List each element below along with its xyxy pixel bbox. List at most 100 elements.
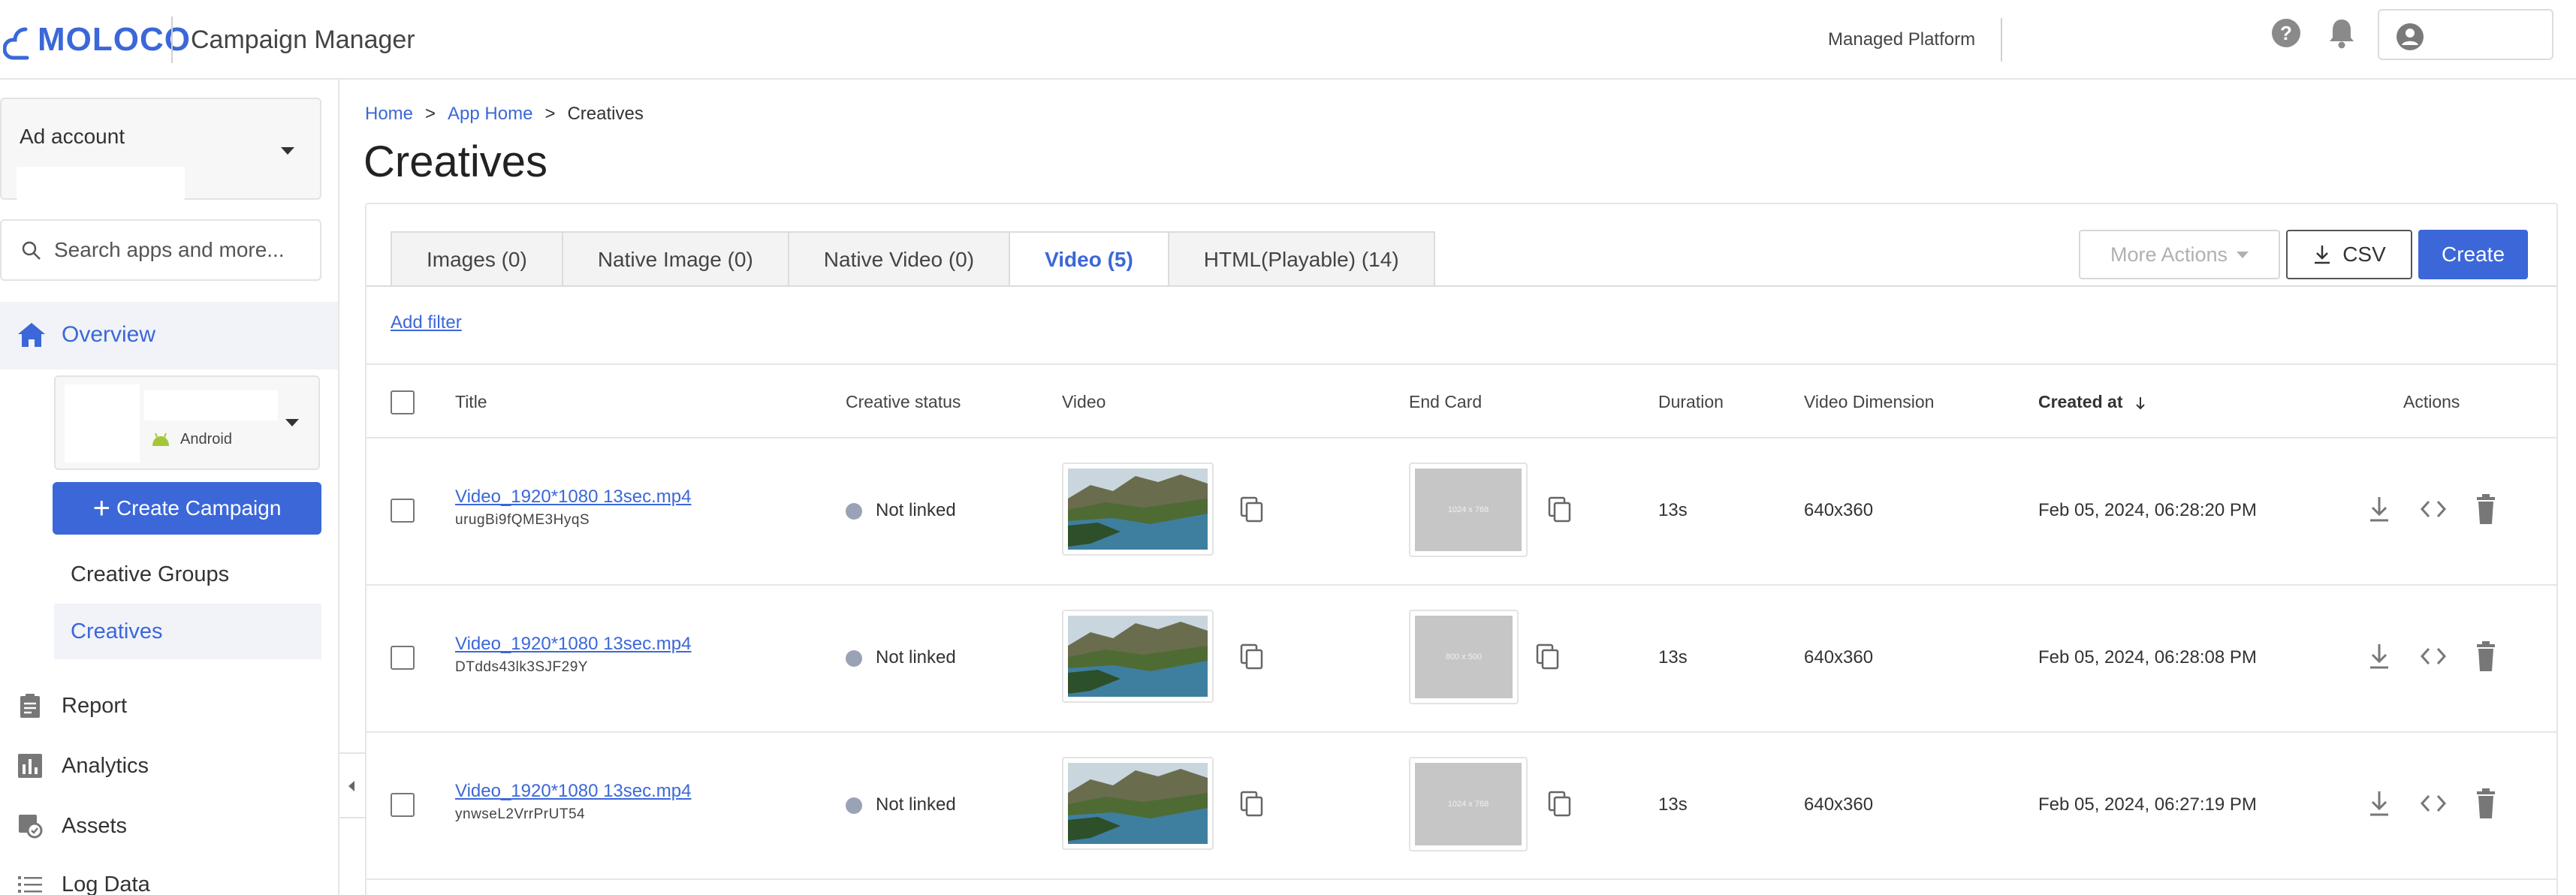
sidebar-item-log-data[interactable]: Log Data xyxy=(0,862,338,895)
end-card-thumbnail[interactable]: 1024 x 768 xyxy=(1409,757,1528,851)
download-icon[interactable] xyxy=(2364,787,2394,820)
creative-title-link[interactable]: Video_1920*1080 13sec.mp4 xyxy=(455,487,691,508)
sidebar-item-report[interactable]: Report xyxy=(0,683,338,728)
column-header-status[interactable]: Creative status xyxy=(846,390,961,413)
status-dot xyxy=(846,797,862,814)
tab-video[interactable]: Video (5) xyxy=(1009,231,1168,287)
plus-icon: + xyxy=(92,492,110,525)
assets-icon xyxy=(19,815,43,839)
tab-native-video[interactable]: Native Video (0) xyxy=(787,231,1009,287)
row-checkbox[interactable] xyxy=(391,646,415,670)
app-selector[interactable]: Android xyxy=(54,375,320,470)
svg-text:?: ? xyxy=(2280,22,2292,44)
column-header-actions: Actions xyxy=(2403,392,2460,411)
creative-status: Not linked xyxy=(876,500,956,520)
creative-title-link[interactable]: Video_1920*1080 13sec.mp4 xyxy=(455,634,691,655)
creative-title-link[interactable]: Video_1920*1080 13sec.mp4 xyxy=(455,781,691,802)
moloco-logo[interactable]: MOLOCO xyxy=(3,14,191,66)
breadcrumb-home[interactable]: Home xyxy=(365,104,413,125)
column-header-video: Video xyxy=(1062,392,1106,411)
trash-icon[interactable] xyxy=(2471,493,2501,526)
copy-icon[interactable] xyxy=(1547,496,1573,524)
divider xyxy=(2001,18,2002,62)
caret-down-icon xyxy=(285,419,299,426)
csv-download-button[interactable]: CSV xyxy=(2286,230,2412,279)
column-header-dimension[interactable]: Video Dimension xyxy=(1804,390,1934,413)
creatives-panel: Images (0) Native Image (0) Native Video… xyxy=(365,203,2558,895)
download-icon[interactable] xyxy=(2364,493,2394,526)
embed-code-icon[interactable] xyxy=(2418,787,2448,820)
video-thumbnail[interactable] xyxy=(1062,757,1214,850)
caret-down-icon xyxy=(2237,251,2249,258)
video-thumbnail[interactable] xyxy=(1062,610,1214,703)
download-icon[interactable] xyxy=(2364,640,2394,673)
account-menu-button[interactable] xyxy=(2378,9,2553,60)
end-card-placeholder: 1024 x 768 xyxy=(1415,763,1522,845)
landscape-thumbnail-image xyxy=(1068,469,1208,550)
embed-code-icon[interactable] xyxy=(2418,640,2448,673)
breadcrumb-app-home[interactable]: App Home xyxy=(448,104,532,125)
sidebar-item-creative-groups[interactable]: Creative Groups xyxy=(54,547,321,602)
app-icon xyxy=(65,384,140,463)
column-header-title[interactable]: Title xyxy=(455,390,487,413)
duration: 13s xyxy=(1658,500,1688,520)
tab-images[interactable]: Images (0) xyxy=(391,231,562,287)
create-button[interactable]: Create xyxy=(2418,230,2528,279)
more-actions-label: More Actions xyxy=(2110,243,2228,266)
landscape-thumbnail-image xyxy=(1068,763,1208,844)
copy-icon[interactable] xyxy=(1547,790,1573,818)
row-checkbox[interactable] xyxy=(391,499,415,523)
sidebar-item-label: Assets xyxy=(62,814,128,838)
column-header-created[interactable]: Created at xyxy=(2038,390,2147,413)
managed-platform-link[interactable]: Managed Platform xyxy=(1828,17,1975,63)
row-checkbox[interactable] xyxy=(391,793,415,817)
duration: 13s xyxy=(1658,794,1688,815)
search-box xyxy=(0,219,321,281)
ad-account-selector[interactable]: Ad account xyxy=(0,98,321,200)
sidebar-item-assets[interactable]: Assets xyxy=(0,803,338,848)
copy-icon[interactable] xyxy=(1535,643,1561,671)
add-filter-link[interactable]: Add filter xyxy=(391,312,462,333)
column-header-created-label: Created at xyxy=(2038,392,2123,411)
copy-icon[interactable] xyxy=(1239,790,1265,818)
duration: 13s xyxy=(1658,647,1688,667)
copy-icon[interactable] xyxy=(1239,643,1265,671)
trash-icon[interactable] xyxy=(2471,640,2501,673)
breadcrumb-current: Creatives xyxy=(567,104,644,124)
more-actions-button[interactable]: More Actions xyxy=(2079,230,2280,279)
created-at: Feb 05, 2024, 06:28:08 PM xyxy=(2038,647,2257,667)
app-title: Campaign Manager xyxy=(191,26,415,54)
end-card-placeholder: 1024 x 768 xyxy=(1415,469,1522,551)
help-icon[interactable]: ? xyxy=(2271,18,2301,48)
end-card-placeholder: 800 x 500 xyxy=(1415,616,1513,698)
end-card-thumbnail[interactable]: 800 x 500 xyxy=(1409,610,1519,704)
app-name xyxy=(144,390,278,420)
column-header-end-card: End Card xyxy=(1409,392,1483,411)
copy-icon[interactable] xyxy=(1239,496,1265,524)
video-dimension: 640x360 xyxy=(1804,500,1874,520)
sidebar-item-label: Analytics xyxy=(62,754,149,778)
tab-html-playable[interactable]: HTML(Playable) (14) xyxy=(1167,231,1435,287)
sidebar: Ad account Overview Android + Create Cam… xyxy=(0,80,339,895)
video-thumbnail[interactable] xyxy=(1062,463,1214,556)
end-card-thumbnail[interactable]: 1024 x 768 xyxy=(1409,463,1528,557)
search-input[interactable] xyxy=(54,233,309,267)
sidebar-item-creatives[interactable]: Creatives xyxy=(54,604,321,659)
create-campaign-button[interactable]: + Create Campaign xyxy=(53,482,321,535)
bar-chart-icon xyxy=(18,754,42,778)
column-header-duration[interactable]: Duration xyxy=(1658,390,1724,413)
search-icon xyxy=(22,241,41,260)
sidebar-item-overview[interactable]: Overview xyxy=(0,302,338,369)
ad-account-label: Ad account xyxy=(20,125,125,148)
embed-code-icon[interactable] xyxy=(2418,493,2448,526)
bell-icon[interactable] xyxy=(2327,17,2357,50)
video-dimension: 640x360 xyxy=(1804,794,1874,815)
creative-type-tabs: Images (0) Native Image (0) Native Video… xyxy=(391,231,1435,287)
sidebar-item-analytics[interactable]: Analytics xyxy=(0,743,338,788)
trash-icon[interactable] xyxy=(2471,787,2501,820)
select-all-checkbox[interactable] xyxy=(391,390,415,414)
tab-native-image[interactable]: Native Image (0) xyxy=(561,231,788,287)
table-row: Video_1920*1080 13sec.mp4 ynwseL2VrrPrUT… xyxy=(366,733,2556,880)
ad-account-value xyxy=(17,167,185,200)
create-campaign-label: Create Campaign xyxy=(116,496,282,520)
